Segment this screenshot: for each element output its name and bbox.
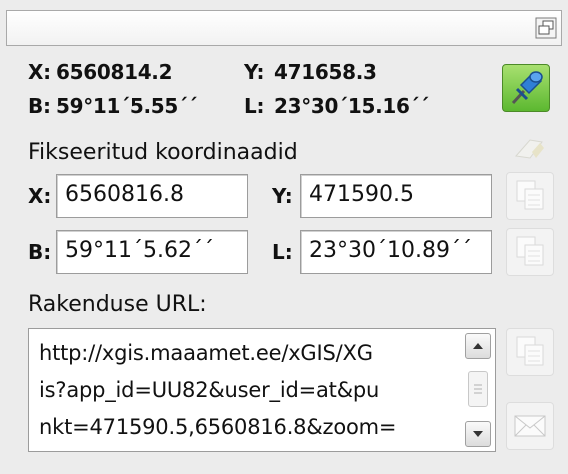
pin-coordinates-button[interactable] <box>502 64 550 112</box>
clear-fixed-button[interactable] <box>508 128 548 168</box>
url-line: is?app_id=UU82&user_id=at&pu <box>39 378 380 402</box>
fixed-l-field[interactable]: 23°30´10.89´´ <box>300 230 492 274</box>
fixed-l-label: L: <box>272 240 293 264</box>
scroll-up-button[interactable] <box>465 333 491 359</box>
coordinates-panel: X: 6560814.2 Y: 471658.3 B: 59°11´5.55´´… <box>0 0 568 474</box>
app-url-text: http://xgis.maaamet.ee/xGIS/XG is?app_id… <box>39 335 459 446</box>
panel-titlebar <box>6 10 562 46</box>
scroll-thumb[interactable] <box>468 371 488 407</box>
url-line: http://xgis.maaamet.ee/xGIS/XG <box>39 341 373 365</box>
current-y-value: 471658.3 <box>274 60 377 84</box>
envelope-icon <box>507 415 553 453</box>
copy-url-button[interactable] <box>506 328 554 376</box>
copy-icon <box>507 236 553 279</box>
restore-window-icon[interactable] <box>535 17 557 39</box>
current-l-value: 23°30´15.16´´ <box>274 94 430 118</box>
email-url-button[interactable] <box>506 402 554 450</box>
fixed-b-field[interactable]: 59°11´5.62´´ <box>56 230 248 274</box>
current-x-label: X: <box>28 60 51 84</box>
fixed-x-field[interactable]: 6560816.8 <box>56 174 248 218</box>
fixed-y-label: Y: <box>272 184 293 208</box>
copy-xy-button[interactable] <box>506 172 554 220</box>
fixed-coordinates-heading: Fikseeritud koordinaadid <box>28 140 298 165</box>
current-b-label: B: <box>28 94 51 118</box>
copy-icon <box>507 336 553 379</box>
current-l-label: L: <box>244 94 265 118</box>
url-line: nkt=471590.5,6560816.8&zoom= <box>39 415 397 439</box>
copy-bl-button[interactable] <box>506 228 554 276</box>
app-url-heading: Rakenduse URL: <box>28 292 207 317</box>
triangle-up-icon <box>466 343 490 362</box>
scroll-down-button[interactable] <box>465 421 491 447</box>
pushpin-icon <box>503 71 549 115</box>
app-url-textarea[interactable]: http://xgis.maaamet.ee/xGIS/XG is?app_id… <box>28 328 496 452</box>
triangle-down-icon <box>466 431 490 450</box>
eraser-icon <box>508 139 548 172</box>
copy-icon <box>507 180 553 223</box>
url-scrollbar[interactable] <box>465 333 491 447</box>
current-b-value: 59°11´5.55´´ <box>56 94 198 118</box>
current-y-label: Y: <box>244 60 265 84</box>
current-x-value: 6560814.2 <box>56 60 173 84</box>
fixed-y-field[interactable]: 471590.5 <box>300 174 492 218</box>
fixed-b-label: B: <box>28 240 52 264</box>
fixed-x-label: X: <box>28 184 52 208</box>
